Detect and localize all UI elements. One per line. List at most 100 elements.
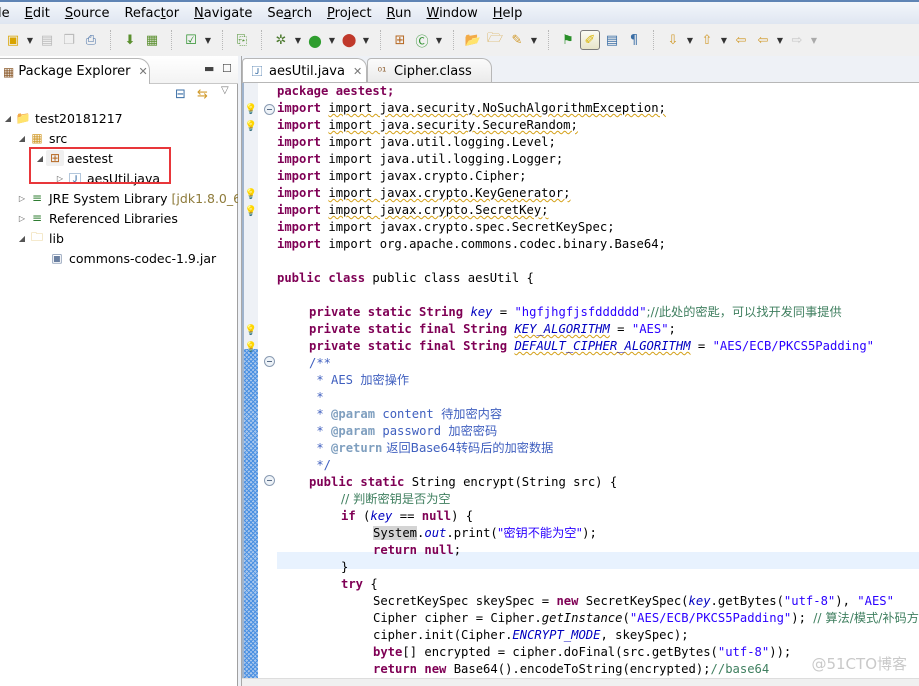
run-dropdown-icon[interactable]: ▼ xyxy=(327,30,337,50)
horizontal-scrollbar[interactable] xyxy=(242,678,919,686)
code-line: public static String encrypt(String src)… xyxy=(309,475,618,489)
close-icon[interactable]: ✕ xyxy=(353,65,362,78)
tab-cipher-class[interactable]: ⁰¹ Cipher.class xyxy=(367,58,492,83)
forward-icon[interactable]: ⇨ xyxy=(787,30,807,50)
code-line: * xyxy=(309,390,324,404)
new-class-icon[interactable]: Ⓒ xyxy=(412,30,432,50)
code-line: System.out.print("密钥不能为空"); xyxy=(373,526,597,540)
external-tools-icon[interactable]: ⬤ xyxy=(339,30,359,50)
library-icon: ≡ xyxy=(31,191,43,205)
package-explorer-icon: ▦ xyxy=(3,64,15,79)
menu-refactor[interactable]: Refactor xyxy=(116,6,186,21)
maximize-icon[interactable]: ☐ xyxy=(222,62,232,75)
selection-range-indicator xyxy=(244,349,258,686)
vertical-ruler: 💡 💡 💡 💡 💡 💡 xyxy=(242,83,258,686)
code-line: private static String key = "hgfjhgfjsfd… xyxy=(309,305,842,319)
block-selection-icon[interactable]: ▤ xyxy=(602,30,622,50)
prev-annotation-dropdown-icon[interactable]: ▼ xyxy=(719,30,729,50)
folder-icon: 🗀 xyxy=(30,229,43,244)
menu-navigate[interactable]: Navigate xyxy=(186,6,259,21)
save-icon[interactable]: ▤ xyxy=(37,30,57,50)
menu-file[interactable]: le xyxy=(0,6,17,21)
last-edit-icon[interactable]: ⇦ xyxy=(731,30,751,50)
print-icon[interactable]: ⎙ xyxy=(81,30,101,50)
search-dropdown-icon[interactable]: ▼ xyxy=(529,30,539,50)
task-checkbox-icon[interactable]: ☑ xyxy=(181,30,201,50)
warning-lightbulb-icon[interactable]: 💡 xyxy=(244,323,258,337)
show-whitespace-icon[interactable]: ¶ xyxy=(624,30,644,50)
code-line: public class public class aesUtil { xyxy=(277,271,534,285)
tree-node-commons-codec-jar[interactable]: ▣ commons-codec-1.9.jar xyxy=(36,248,216,268)
open-type-icon[interactable]: 📂 xyxy=(463,30,483,50)
open-resource-icon[interactable]: 🗁 xyxy=(485,30,505,50)
toolbar-separator xyxy=(110,30,111,50)
task-dropdown-icon[interactable]: ▼ xyxy=(203,30,213,50)
menu-edit[interactable]: Edit xyxy=(17,6,57,21)
warning-lightbulb-icon[interactable]: 💡 xyxy=(244,340,258,354)
fold-toggle-icon[interactable] xyxy=(264,356,275,367)
tree-node-lib[interactable]: ◢ 🗀 lib xyxy=(16,228,64,248)
collapsed-arrow-icon[interactable]: ▷ xyxy=(16,194,28,203)
menu-help[interactable]: Help xyxy=(485,6,530,21)
run-icon[interactable]: ● xyxy=(305,30,325,50)
view-menu-icon[interactable]: ▽ xyxy=(221,85,229,96)
tab-aesutil-java[interactable]: 🄹 aesUtil.java ✕ xyxy=(242,58,367,83)
collapse-all-icon[interactable]: ⊟ xyxy=(175,87,186,102)
code-line: import import java.util.logging.Logger; xyxy=(277,152,564,166)
debug-dropdown-icon[interactable]: ▼ xyxy=(293,30,303,50)
close-icon[interactable]: ✕ xyxy=(139,65,148,78)
package-explorer-toolbar: ⊟ ⇆ ▽ xyxy=(0,84,238,108)
next-annotation-icon[interactable]: ⇩ xyxy=(663,30,683,50)
package-explorer-tab[interactable]: ▦ Package Explorer ✕ xyxy=(0,58,150,84)
tree-node-project[interactable]: ◢ 📁 test20181217 xyxy=(2,108,123,128)
editor-text-area[interactable]: 💡 💡 💡 💡 💡 💡 package aestest; import impo… xyxy=(242,83,919,686)
back-icon[interactable]: ⇦ xyxy=(753,30,773,50)
warning-lightbulb-icon[interactable]: 💡 xyxy=(244,119,258,133)
android-avd-manager-icon[interactable]: ▦ xyxy=(142,30,162,50)
android-sdk-manager-icon[interactable]: ⬇ xyxy=(120,30,140,50)
menu-source[interactable]: Source xyxy=(57,6,117,21)
prev-annotation-icon[interactable]: ⇧ xyxy=(697,30,717,50)
fold-toggle-icon[interactable] xyxy=(264,104,275,115)
fold-toggle-icon[interactable] xyxy=(264,475,275,486)
save-all-icon[interactable]: ❐ xyxy=(59,30,79,50)
code-line: * @param password 加密密码 xyxy=(309,424,498,438)
back-dropdown-icon[interactable]: ▼ xyxy=(775,30,785,50)
new-class-dropdown-icon[interactable]: ▼ xyxy=(434,30,444,50)
menu-search[interactable]: Search xyxy=(259,6,319,21)
debug-icon[interactable]: ✲ xyxy=(271,30,291,50)
minimize-icon[interactable]: ▬ xyxy=(204,62,214,75)
warning-lightbulb-icon[interactable]: 💡 xyxy=(244,204,258,218)
menu-bar: le Edit Source Refactor Navigate Search … xyxy=(0,0,919,24)
collapsed-arrow-icon[interactable]: ▷ xyxy=(16,214,28,223)
link-with-editor-icon[interactable]: ⇆ xyxy=(197,87,208,102)
expanded-arrow-icon[interactable]: ◢ xyxy=(2,114,14,123)
tree-node-referenced-libraries[interactable]: ▷ ≡ Referenced Libraries xyxy=(16,208,178,228)
warning-lightbulb-icon[interactable]: 💡 xyxy=(244,187,258,201)
warning-lightbulb-icon[interactable]: 💡 xyxy=(244,102,258,116)
new-wizard-icon[interactable]: ▣ xyxy=(3,30,23,50)
external-tools-dropdown-icon[interactable]: ▼ xyxy=(361,30,371,50)
code-line: cipher.init(Cipher.ENCRYPT_MODE, skeySpe… xyxy=(373,628,689,642)
code-line: * AES 加密操作 xyxy=(309,373,410,387)
menu-project[interactable]: Project xyxy=(319,6,379,21)
red-highlight-annotation xyxy=(29,147,171,184)
new-dropdown-icon[interactable]: ▼ xyxy=(25,30,35,50)
expanded-arrow-icon[interactable]: ◢ xyxy=(16,134,28,143)
menu-run[interactable]: Run xyxy=(379,6,419,21)
toggle-mark-occurrences-icon[interactable]: ✐ xyxy=(580,30,600,50)
search-pen-icon[interactable]: ✎ xyxy=(507,30,527,50)
code-line: */ xyxy=(309,458,332,472)
open-task-icon[interactable]: ⚑ xyxy=(558,30,578,50)
expanded-arrow-icon[interactable]: ◢ xyxy=(16,234,28,243)
tree-node-jre-library[interactable]: ▷ ≡ JRE System Library [jdk1.8.0_66] xyxy=(16,188,254,208)
source-code: package aestest; import import java.secu… xyxy=(277,83,919,676)
new-package-icon[interactable]: ⊞ xyxy=(390,30,410,50)
menu-window[interactable]: Window xyxy=(418,6,484,21)
forward-dropdown-icon[interactable]: ▼ xyxy=(809,30,819,50)
tree-node-src[interactable]: ◢ ▦ src xyxy=(16,128,67,148)
code-line: /** xyxy=(309,356,332,370)
toolbar-separator xyxy=(380,30,381,50)
new-android-class-icon[interactable]: ⎘ xyxy=(232,30,252,50)
next-annotation-dropdown-icon[interactable]: ▼ xyxy=(685,30,695,50)
